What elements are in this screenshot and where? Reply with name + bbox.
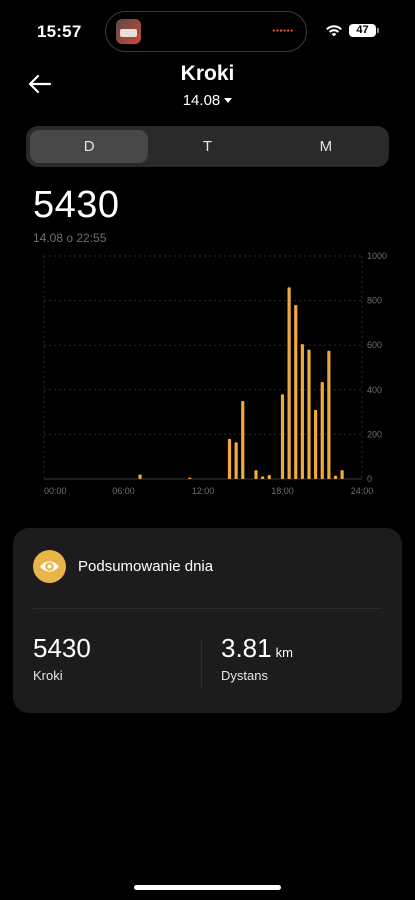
chart-bar	[188, 477, 192, 479]
tab-week[interactable]: T	[148, 130, 266, 163]
period-segmented-control: D T M	[26, 126, 389, 167]
distance-unit: km	[275, 645, 293, 660]
chart-y-tick-label: 0	[367, 474, 372, 484]
chart-y-tick-label: 1000	[367, 251, 387, 261]
steps-timestamp: 14.08 o 22:55	[33, 231, 107, 245]
chart-bar	[314, 409, 318, 479]
distance-stat-value: 3.81	[221, 633, 272, 663]
chart-bar	[340, 470, 344, 479]
chart-bar	[327, 350, 331, 479]
battery-icon: 47	[349, 24, 379, 37]
distance-stat-label: Dystans	[221, 668, 268, 683]
steps-stat-label: Kroki	[33, 668, 63, 683]
steps-stat-value: 5430	[33, 633, 91, 663]
chart-bar	[307, 349, 311, 479]
chart-x-tick-label: 24:00	[351, 486, 374, 496]
chart-bar	[280, 394, 285, 479]
steps-total: 5430	[33, 184, 120, 226]
date-selector-label: 14.08	[182, 92, 221, 109]
chart-bar	[333, 475, 338, 479]
chart-bar	[227, 438, 232, 479]
chart-bar	[261, 476, 265, 479]
date-selector[interactable]: 14.08	[0, 92, 415, 109]
chart-y-tick-label: 200	[367, 429, 382, 439]
page-title: Kroki	[180, 62, 235, 85]
chart-y-tick-label: 800	[367, 296, 382, 306]
wifi-icon	[326, 25, 342, 37]
tab-day[interactable]: D	[30, 130, 149, 163]
chart-bar	[300, 344, 304, 479]
chart-bar	[138, 474, 142, 479]
chart-bar	[287, 287, 291, 479]
status-time: 15:57	[37, 22, 82, 41]
chart-bar	[267, 474, 271, 479]
chart-x-tick-label: 12:00	[192, 486, 215, 496]
live-activity-app-icon	[116, 19, 141, 44]
chart-y-tick-label: 400	[367, 385, 382, 395]
chart-x-tick-label: 18:00	[271, 486, 294, 496]
home-indicator[interactable]	[134, 885, 281, 890]
summary-title: Podsumowanie dnia	[78, 558, 214, 575]
chart-bar	[234, 442, 238, 479]
steps-bar-chart[interactable]: 0 200 400 600 800 1000 00:00 06:00 12:00 18:00 24:…	[0, 245, 415, 505]
dynamic-island[interactable]	[105, 11, 307, 52]
chart-bar	[241, 400, 245, 479]
eye-icon	[33, 550, 66, 583]
divider	[201, 640, 202, 688]
distance-stat: 3.81 km	[221, 633, 293, 664]
chart-x-tick-label: 06:00	[112, 486, 135, 496]
chart-y-tick-label: 600	[367, 340, 382, 350]
daily-summary-card[interactable]: Podsumowanie dnia 5430 Kroki 3.81 km Dyst…	[13, 528, 402, 713]
chart-x-tick-label: 00:00	[44, 486, 67, 496]
chart-bar	[320, 381, 324, 479]
chart-bar	[254, 470, 258, 479]
caret-down-icon	[224, 98, 233, 103]
status-bar: 15:57 47	[0, 0, 415, 62]
divider	[33, 608, 382, 609]
tab-month[interactable]: M	[267, 130, 385, 163]
chart-bar	[294, 305, 298, 479]
live-activity-indicator-icon	[272, 29, 294, 32]
